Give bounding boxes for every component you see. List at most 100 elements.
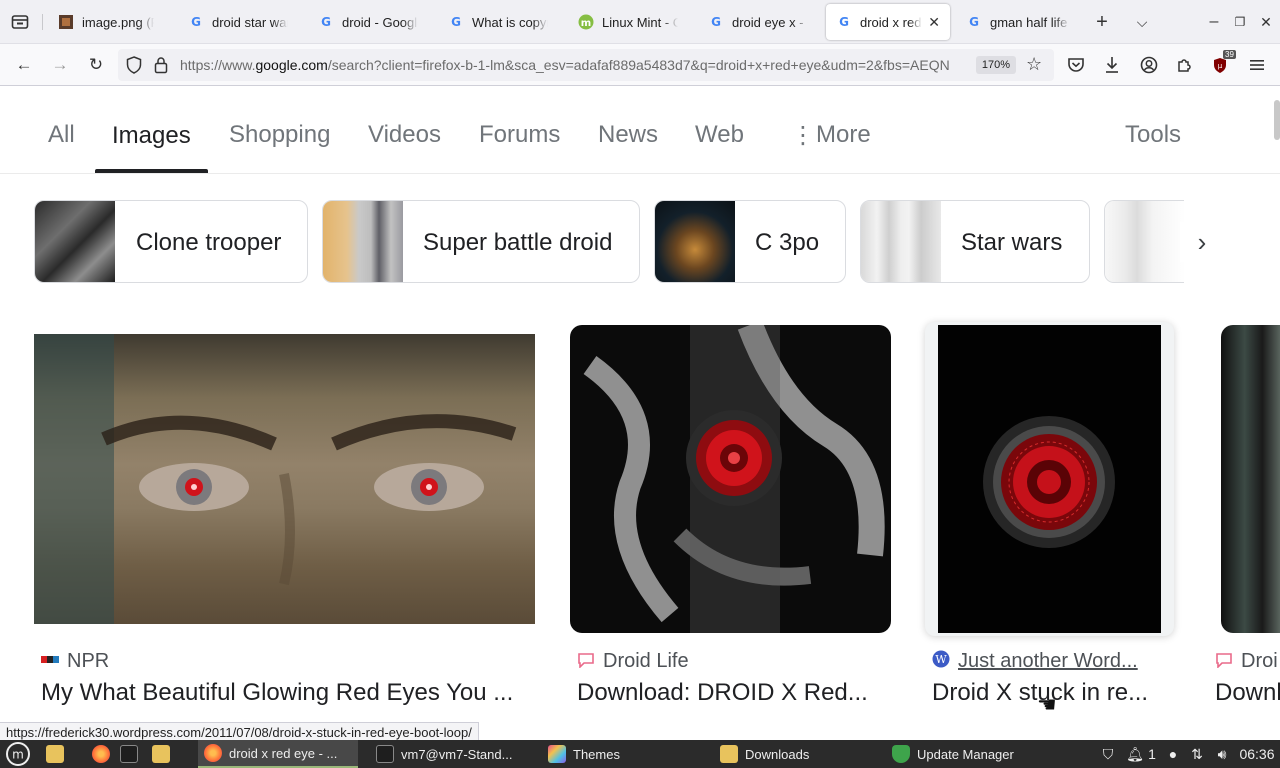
browser-tab[interactable]: G gman half life [956, 4, 1080, 40]
files-launcher-icon[interactable] [152, 740, 177, 768]
back-arrow-icon[interactable]: ← [10, 51, 38, 79]
browser-tab[interactable]: image.png (Pi [48, 4, 164, 40]
browser-tab[interactable]: m Linux Mint - C [568, 4, 688, 40]
new-tab-plus-icon[interactable]: + [1088, 8, 1116, 36]
url-prefix: https://www. [180, 57, 256, 73]
tab-title: droid x red [860, 14, 922, 30]
terminal-icon [376, 745, 394, 763]
tray-user-icon[interactable]: ● [1164, 740, 1182, 768]
result-source[interactable]: W Just another Word... [932, 650, 1138, 673]
downloads-icon[interactable] [1098, 51, 1126, 79]
taskbar-item-label: vm7@vm7-Stand... [401, 746, 513, 762]
tab-videos[interactable]: Videos [368, 121, 441, 149]
chip-thumbnail [323, 201, 403, 282]
search-tabs: All Images Shopping Videos Forums News W… [0, 86, 1280, 174]
taskbar-item-themes[interactable]: Themes [546, 740, 706, 768]
browser-tab[interactable]: G droid - Google [308, 4, 428, 40]
hamburger-menu-icon[interactable] [1243, 51, 1271, 79]
wordpress-logo-icon: W [932, 650, 950, 668]
firefox-launcher-icon[interactable] [92, 740, 117, 768]
ublock-shield-icon[interactable]: μ 39 [1207, 50, 1236, 79]
shield-icon[interactable] [126, 56, 142, 79]
browser-tab-active[interactable]: G droid x red ✕ [826, 4, 950, 40]
shield-check-icon [892, 745, 910, 763]
tab-title: Linux Mint - C [602, 14, 678, 30]
result-source[interactable]: Droid Life [577, 650, 689, 673]
taskbar-item-downloads[interactable]: Downloads [718, 740, 878, 768]
terminal-launcher-icon[interactable] [120, 740, 145, 768]
tab-title: image.png (Pi [82, 14, 154, 30]
tab-title: gman half life [990, 14, 1068, 30]
chip-clone-trooper[interactable]: Clone trooper [34, 200, 308, 283]
page-scrollbar[interactable] [1274, 100, 1280, 140]
show-desktop-folder-icon[interactable] [46, 740, 71, 768]
firefox-icon [204, 744, 222, 762]
themes-icon [548, 745, 566, 763]
extensions-puzzle-icon[interactable] [1171, 51, 1199, 79]
browser-tab[interactable]: G droid star war [178, 4, 298, 40]
firefox-view-icon[interactable] [6, 8, 34, 36]
pocket-icon[interactable] [1062, 51, 1090, 79]
result-title[interactable]: Download: DROID X Red... [577, 679, 887, 707]
reload-icon[interactable]: ↻ [82, 51, 110, 79]
lock-icon[interactable] [154, 56, 168, 79]
tools-button[interactable]: Tools [1125, 121, 1181, 149]
chip-thumbnail [1105, 201, 1184, 282]
tray-shield-icon[interactable]: ⛉ [1098, 740, 1118, 768]
taskbar-item-label: Themes [573, 746, 620, 762]
taskbar-item-firefox[interactable]: droid x red eye - ... [198, 740, 358, 768]
result-image-partial[interactable] [1221, 325, 1280, 633]
tab-shopping[interactable]: Shopping [229, 121, 330, 149]
chip-thumbnail [861, 201, 941, 282]
tab-forums[interactable]: Forums [479, 121, 560, 149]
address-bar[interactable]: https://www.google.com/search?client=fir… [118, 49, 1054, 81]
result-source[interactable]: NPR [41, 650, 109, 673]
tray-network-icon[interactable]: ⇅ [1188, 740, 1206, 768]
hand-pointer-cursor-icon: ☚ [1037, 692, 1057, 717]
forward-arrow-icon[interactable]: → [46, 51, 74, 79]
tab-more[interactable]: More [816, 121, 871, 149]
close-window-icon[interactable]: ✕ [1252, 8, 1280, 36]
chip-thumbnail [35, 201, 115, 282]
tray-clock[interactable]: 06:36 [1238, 740, 1276, 768]
zoom-level-badge[interactable]: 170% [976, 56, 1016, 74]
chip-c-3po[interactable]: C 3po [654, 200, 846, 283]
google-icon: G [839, 15, 849, 29]
tab-title: droid star war [212, 14, 288, 30]
maximize-icon[interactable]: ❐ [1226, 8, 1254, 36]
browser-tab[interactable]: G droid eye x - G [698, 4, 818, 40]
result-image-npr[interactable] [34, 334, 535, 624]
tab-web[interactable]: Web [695, 121, 744, 149]
close-tab-icon[interactable]: ✕ [928, 14, 940, 31]
image-file-icon [58, 14, 74, 30]
tab-list-chevron-down-icon[interactable]: ⌵ [1128, 8, 1156, 36]
chip-star-wars[interactable]: Star wars [860, 200, 1090, 283]
url-path: /search?client=firefox-b-1-lm&sca_esv=ad… [327, 57, 950, 73]
result-title[interactable]: Downl [1215, 679, 1280, 707]
chips-next-chevron-icon[interactable]: › [1180, 222, 1224, 262]
minimize-icon[interactable]: – [1200, 8, 1228, 36]
result-image-droid-life[interactable] [570, 325, 891, 633]
more-vertical-dots-icon[interactable]: ⋮ [791, 121, 815, 150]
taskbar-item-update-manager[interactable]: Update Manager [890, 740, 1050, 768]
tab-news[interactable]: News [598, 121, 658, 149]
result-source[interactable]: Droi [1215, 650, 1278, 673]
chip-partial[interactable] [1104, 200, 1184, 283]
chip-super-battle-droid[interactable]: Super battle droid [322, 200, 640, 283]
chip-label: C 3po [755, 229, 820, 256]
tab-images[interactable]: Images [112, 122, 191, 150]
taskbar-item-terminal[interactable]: vm7@vm7-Stand... [372, 740, 532, 768]
browser-tab[interactable]: G What is copyr [438, 4, 558, 40]
result-title[interactable]: My What Beautiful Glowing Red Eyes You .… [41, 679, 535, 707]
account-icon[interactable] [1135, 51, 1163, 79]
chip-thumbnail [655, 201, 735, 282]
taskbar-item-label: Downloads [745, 746, 810, 762]
mint-menu-icon[interactable]: m [6, 740, 30, 768]
tray-volume-icon[interactable]: 🔊︎ [1212, 740, 1232, 768]
url-text[interactable]: https://www.google.com/search?client=fir… [180, 57, 958, 73]
tray-notifications-icon[interactable]: 🔔︎ [1126, 740, 1144, 768]
bookmark-star-icon[interactable]: ☆ [1026, 54, 1042, 75]
tab-title: droid - Google [342, 14, 418, 30]
tab-all[interactable]: All [48, 121, 75, 149]
result-image-wordpress[interactable] [938, 325, 1161, 633]
